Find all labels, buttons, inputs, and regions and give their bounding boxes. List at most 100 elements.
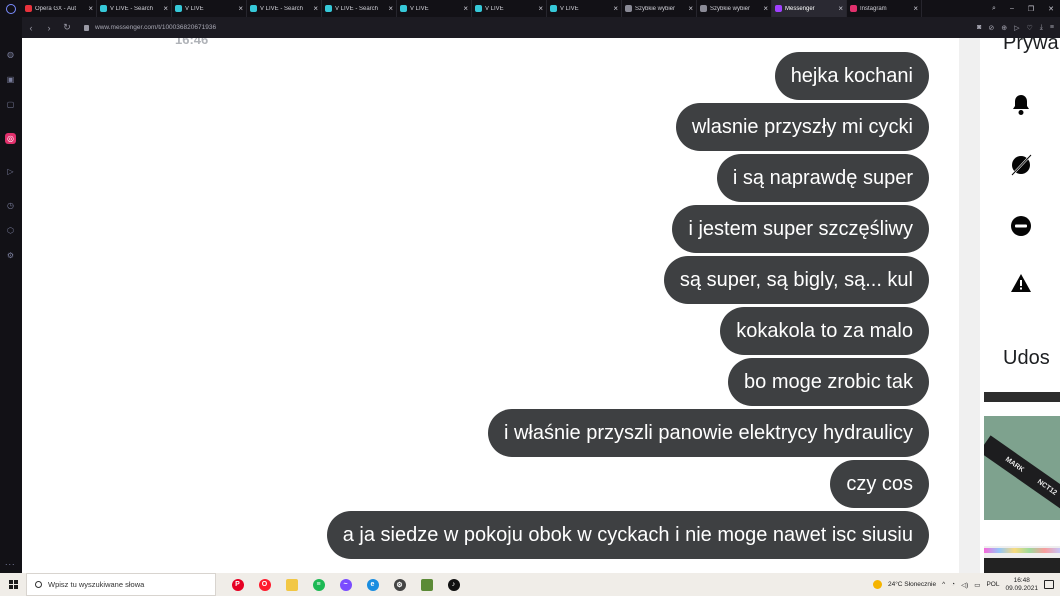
shared-media-title: Udos: [1003, 347, 1050, 369]
heart-icon[interactable]: ♡: [1027, 24, 1033, 32]
tab-title: Opera GX - Aut: [35, 5, 77, 12]
box-icon[interactable]: ⬡: [5, 225, 16, 236]
speed-dial-icon[interactable]: ◍: [5, 49, 16, 60]
thumbnail-text: NCT12: [1036, 478, 1059, 497]
tab-close-icon[interactable]: ×: [913, 4, 918, 13]
tab-close-icon[interactable]: ×: [313, 4, 318, 13]
browser-tab[interactable]: Szybkie wybier ×: [622, 0, 697, 17]
tab-close-icon[interactable]: ×: [688, 4, 693, 13]
browser-tab[interactable]: V LIVE ×: [547, 0, 622, 17]
block-ads-icon[interactable]: ⊘: [988, 24, 994, 32]
taskbar-search-placeholder: Wpisz tu wyszukiwane słowa: [48, 580, 145, 589]
browser-tab[interactable]: V LIVE - Search ×: [247, 0, 322, 17]
tab-close-icon[interactable]: ×: [163, 4, 168, 13]
tiktok-icon: ♪: [447, 578, 460, 591]
download-icon[interactable]: ⤓: [1040, 24, 1043, 32]
block-icon[interactable]: [1010, 215, 1032, 237]
start-button[interactable]: [0, 573, 26, 596]
taskbar-app-file-explorer[interactable]: [278, 573, 305, 596]
forward-button[interactable]: ›: [40, 23, 58, 33]
window-controls: ⌕ – ❐ ✕: [992, 5, 1060, 13]
tab-favicon-icon: [250, 5, 257, 12]
minimize-button[interactable]: –: [1010, 5, 1014, 13]
message-bubble[interactable]: a ja siedze w pokoju obok w cyckach i ni…: [326, 511, 929, 559]
tab-close-icon[interactable]: ×: [763, 4, 768, 13]
taskbar-app-tiktok[interactable]: ♪: [440, 573, 467, 596]
taskbar-app-pinterest[interactable]: P: [224, 573, 251, 596]
shared-media-thumbnail[interactable]: MARK NCT12: [984, 416, 1060, 520]
tab-close-icon[interactable]: ×: [463, 4, 468, 13]
taskbar-app-settings[interactable]: ⚙: [386, 573, 413, 596]
taskbar-app-minecraft[interactable]: [413, 573, 440, 596]
browser-tab[interactable]: Szybkie wybier ×: [697, 0, 772, 17]
volume-icon[interactable]: ◁): [961, 581, 968, 589]
message-bubble[interactable]: kokakola to za malo: [720, 307, 929, 355]
sidebar-more-button[interactable]: ...: [5, 557, 16, 567]
maximize-button[interactable]: ❐: [1028, 5, 1034, 13]
warning-icon[interactable]: [1010, 272, 1032, 294]
clock[interactable]: 16:48 09.09.2021: [1005, 577, 1038, 593]
eye-slash-icon[interactable]: [1010, 154, 1032, 176]
network-icon[interactable]: ◔: [951, 581, 955, 588]
browser-tab[interactable]: Messenger ×: [772, 0, 847, 17]
tab-title: V LIVE: [485, 5, 504, 12]
taskbar-app-spotify[interactable]: ≡: [305, 573, 332, 596]
taskbar-app-edge[interactable]: e: [359, 573, 386, 596]
shared-media-thumbnail[interactable]: [984, 546, 1060, 573]
weather-text[interactable]: 24°C Słonecznie: [888, 581, 936, 588]
chevron-up-icon[interactable]: ^: [942, 581, 945, 588]
settings-icon[interactable]: ⚙: [5, 250, 16, 261]
message-bubble[interactable]: i jestem super szczęśliwy: [672, 205, 929, 253]
tab-close-icon[interactable]: ×: [838, 4, 843, 13]
message-bubble[interactable]: są super, są bigly, są... kul: [663, 256, 929, 304]
player-icon[interactable]: ▷: [1014, 24, 1019, 32]
browser-tab[interactable]: V LIVE ×: [172, 0, 247, 17]
history-icon[interactable]: ◷: [5, 200, 16, 211]
file-explorer-icon: [285, 578, 298, 591]
search-tabs-icon[interactable]: ⌕: [992, 5, 996, 13]
message-bubble[interactable]: i są naprawdę super: [716, 154, 929, 202]
message-bubble[interactable]: i właśnie przyszli panowie elektrycy hyd…: [487, 409, 929, 457]
menu-icon[interactable]: ≡: [1050, 24, 1054, 32]
notifications-icon[interactable]: [1044, 580, 1054, 589]
browser-tab[interactable]: Instagram ×: [847, 0, 922, 17]
tab-favicon-icon: [775, 5, 782, 12]
taskbar-app-opera[interactable]: O: [251, 573, 278, 596]
lock-icon: [84, 24, 89, 31]
chat-scrollbar[interactable]: [959, 38, 980, 573]
tab-favicon-icon: [550, 5, 557, 12]
camera-icon[interactable]: ◙: [977, 24, 981, 32]
message-bubble[interactable]: bo moge zrobic tak: [728, 358, 929, 406]
browser-tab[interactable]: V LIVE - Search ×: [322, 0, 397, 17]
bell-icon[interactable]: [1010, 94, 1032, 116]
tab-close-icon[interactable]: ×: [238, 4, 243, 13]
browser-tab[interactable]: Opera GX - Aut ×: [22, 0, 97, 17]
url-field[interactable]: www.messenger.com/t/100036820671936: [84, 24, 216, 31]
tabs: Opera GX - Aut × V LIVE - Search × V LIVE × V …: [22, 0, 922, 17]
player-icon[interactable]: ▷: [5, 166, 16, 177]
language-indicator[interactable]: POL: [986, 581, 999, 588]
reload-button[interactable]: ↻: [58, 22, 76, 33]
instagram-icon[interactable]: ◎: [5, 133, 16, 144]
message-bubble[interactable]: wlasnie przyszły mi cycki: [675, 103, 929, 151]
taskbar-app-messenger[interactable]: ~: [332, 573, 359, 596]
tab-favicon-icon: [475, 5, 482, 12]
browser-tab[interactable]: V LIVE ×: [397, 0, 472, 17]
tab-close-icon[interactable]: ×: [388, 4, 393, 13]
message-bubble[interactable]: czy cos: [830, 460, 929, 508]
back-button[interactable]: ‹: [22, 23, 40, 33]
message-bubble[interactable]: hejka kochani: [774, 52, 929, 100]
browser-tab[interactable]: V LIVE ×: [472, 0, 547, 17]
shopping-bag-icon[interactable]: ▣: [5, 74, 16, 85]
close-window-button[interactable]: ✕: [1048, 5, 1054, 13]
taskbar-search-box[interactable]: Wpisz tu wyszukiwane słowa: [26, 573, 216, 596]
tab-close-icon[interactable]: ×: [88, 4, 93, 13]
browser-tab[interactable]: V LIVE - Search ×: [97, 0, 172, 17]
twitch-icon[interactable]: ▢: [5, 99, 16, 110]
shared-media-thumbnail[interactable]: [984, 392, 1060, 402]
pin-icon[interactable]: ⊕: [1001, 24, 1007, 32]
opera-menu-button[interactable]: [0, 0, 22, 17]
tab-close-icon[interactable]: ×: [613, 4, 618, 13]
tab-close-icon[interactable]: ×: [538, 4, 543, 13]
battery-icon[interactable]: ▭: [974, 581, 980, 589]
